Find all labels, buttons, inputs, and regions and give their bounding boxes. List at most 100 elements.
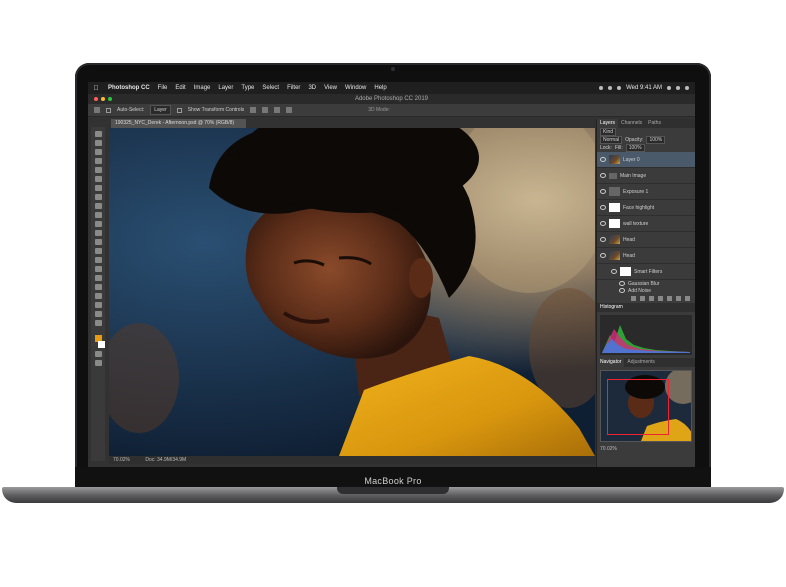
lasso-tool-icon[interactable] [94,149,102,155]
visibility-eye-icon[interactable] [600,173,606,178]
menu-type[interactable]: Type [237,85,258,91]
menu-image[interactable]: Image [190,85,215,91]
tab-adjustments[interactable]: Adjustments [624,358,658,367]
zoom-button[interactable] [108,97,112,101]
apple-menu-icon[interactable]:  [88,85,104,92]
adjustment-icon[interactable] [658,296,663,301]
smart-filter-item[interactable]: Add Noise [597,287,695,294]
volume-icon[interactable] [608,86,613,90]
clock[interactable]: Wed 9:41 AM [626,85,662,91]
blend-mode-select[interactable]: Normal [600,136,623,144]
visibility-eye-icon[interactable] [600,221,606,226]
smart-filter-item[interactable]: Gaussian Blur [597,280,695,287]
align-center-icon[interactable] [262,107,269,113]
distribute-icon[interactable] [286,107,293,113]
visibility-eye-icon[interactable] [619,281,625,286]
visibility-eye-icon[interactable] [611,269,617,274]
tab-channels[interactable]: Channels [618,119,645,128]
move-tool-icon[interactable] [94,107,100,113]
visibility-eye-icon[interactable] [600,157,606,162]
trash-icon[interactable] [685,296,690,301]
visibility-eye-icon[interactable] [600,237,606,242]
fill-input[interactable]: 100% [625,144,645,152]
layer-row[interactable]: Head [597,232,695,248]
quick-mask-icon[interactable] [94,351,102,357]
opacity-input[interactable]: 100% [646,136,666,144]
new-layer-icon[interactable] [676,296,681,301]
align-left-icon[interactable] [250,107,257,113]
background-color-swatch[interactable] [97,341,105,348]
layer-group-row[interactable]: Main Image [597,168,695,184]
frame-tool-icon[interactable] [94,176,102,182]
auto-select-checkbox[interactable] [106,107,111,113]
menu-select[interactable]: Select [258,85,283,91]
visibility-eye-icon[interactable] [619,288,625,293]
quick-select-tool-icon[interactable] [94,158,102,164]
type-tool-icon[interactable] [94,275,102,281]
align-right-icon[interactable] [274,107,281,113]
menu-edit[interactable]: Edit [171,85,189,91]
tab-layers[interactable]: Layers [597,119,619,128]
crop-tool-icon[interactable] [94,167,102,173]
menu-3d[interactable]: 3D [304,85,320,91]
history-brush-tool-icon[interactable] [94,221,102,227]
navigator-view-box[interactable] [607,379,669,435]
move-tool-icon[interactable] [94,131,102,137]
layer-row[interactable]: Smart Filters [597,264,695,280]
brush-tool-icon[interactable] [94,203,102,209]
layer-style-icon[interactable] [640,296,645,301]
pen-tool-icon[interactable] [94,266,102,272]
navigator-zoom[interactable]: 70.02% [597,445,695,453]
dodge-tool-icon[interactable] [94,257,102,263]
healing-brush-tool-icon[interactable] [94,194,102,200]
auto-select-dropdown[interactable]: Layer [150,105,171,115]
layer-row[interactable]: Exposure 1 [597,184,695,200]
layer-row[interactable]: Face highlight [597,200,695,216]
add-mask-icon[interactable] [649,296,654,301]
gradient-tool-icon[interactable] [94,239,102,245]
transform-controls-checkbox[interactable] [176,107,182,113]
histogram-panel-title[interactable]: Histogram [597,303,695,312]
clone-stamp-tool-icon[interactable] [94,212,102,218]
eyedropper-tool-icon[interactable] [94,185,102,191]
siri-icon[interactable] [676,86,680,90]
notification-center-icon[interactable] [685,86,689,90]
menu-file[interactable]: File [154,85,172,91]
layer-row[interactable]: Head [597,248,695,264]
visibility-eye-icon[interactable] [600,205,606,210]
visibility-eye-icon[interactable] [600,253,606,258]
blur-tool-icon[interactable] [94,248,102,254]
new-group-icon[interactable] [667,296,672,301]
marquee-tool-icon[interactable] [94,140,102,146]
hand-tool-icon[interactable] [94,302,102,308]
zoom-level[interactable]: 70.02% [113,457,130,463]
rectangle-tool-icon[interactable] [94,293,102,299]
tab-paths[interactable]: Paths [645,119,664,128]
close-button[interactable] [94,97,98,101]
search-icon[interactable] [667,86,671,90]
document-canvas[interactable] [109,128,595,456]
menu-filter[interactable]: Filter [283,85,304,91]
menu-help[interactable]: Help [370,85,390,91]
layer-row[interactable]: wall texture [597,216,695,232]
zoom-tool-icon[interactable] [94,311,102,317]
tab-navigator[interactable]: Navigator [597,358,625,367]
layer-kind-filter[interactable]: Kind [600,128,617,136]
layer-row[interactable]: Layer 0 [597,152,695,168]
wifi-icon[interactable] [599,86,604,90]
menu-layer[interactable]: Layer [214,85,237,91]
menu-view[interactable]: View [320,85,341,91]
blend-opacity-row: Normal Opacity: 100% [597,136,695,144]
visibility-eye-icon[interactable] [600,189,606,194]
screen-mode-icon[interactable] [94,360,102,366]
navigator-thumbnail[interactable] [600,370,692,442]
battery-icon[interactable] [617,86,622,90]
minimize-button[interactable] [101,97,105,101]
menu-window[interactable]: Window [341,85,370,91]
more-tools-icon[interactable] [94,320,102,326]
app-menu[interactable]: Photoshop CC [104,85,154,91]
eraser-tool-icon[interactable] [94,230,102,236]
path-selection-tool-icon[interactable] [94,284,102,290]
link-layers-icon[interactable] [631,296,636,301]
document-tab[interactable]: 190325_NYC_Derek - Afternoon.psd @ 70% (… [111,119,246,128]
